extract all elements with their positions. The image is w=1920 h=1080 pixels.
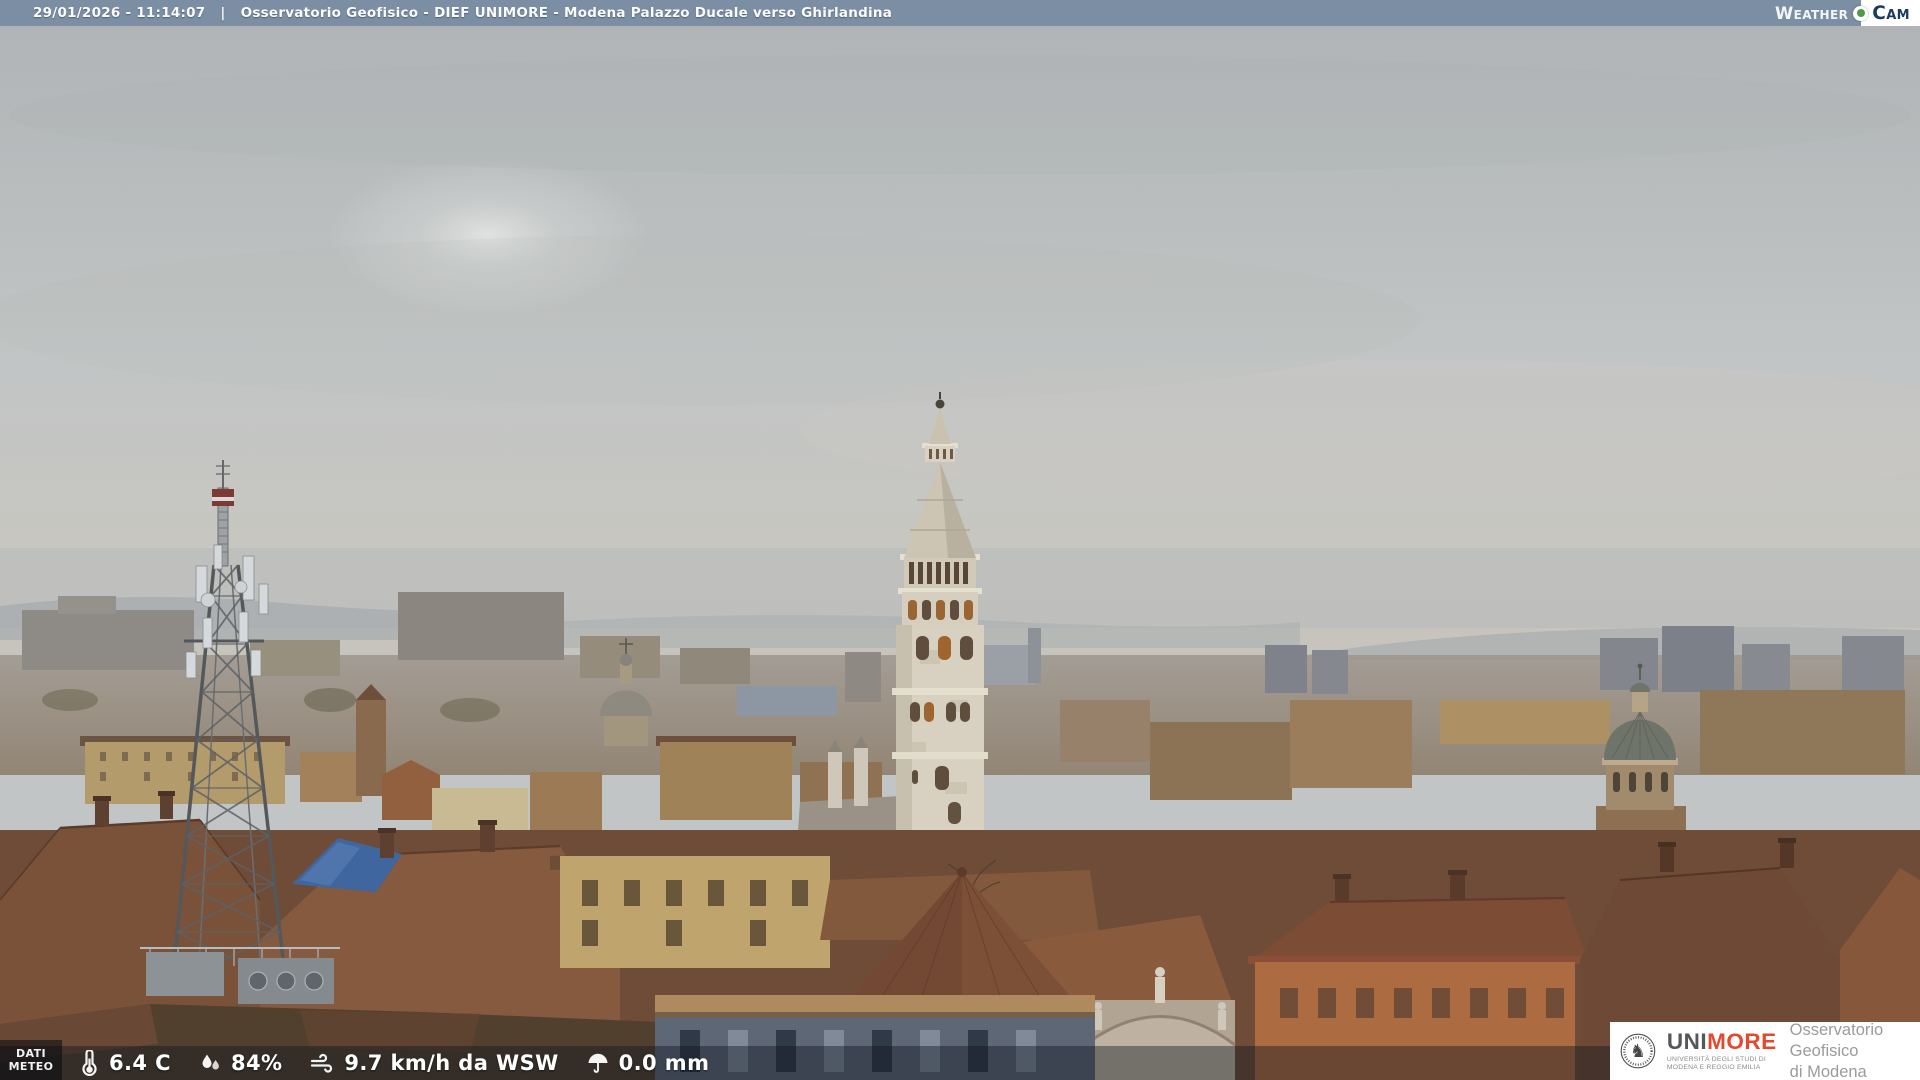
university-line1: UNIVERSITÀ DEGLI STUDI DI xyxy=(1666,1055,1766,1063)
webcam-page: 29/01/2026 - 11:14:07 | Osservatorio Geo… xyxy=(0,0,1920,1080)
unimore-branding[interactable]: ♞ UNIMORE UNIVERSITÀ DEGLI STUDI DI MODE… xyxy=(1610,1020,1920,1080)
separator: | xyxy=(220,5,226,21)
weathercam-logo[interactable]: Weather Cam xyxy=(1775,0,1920,26)
university-seal-icon: ♞ xyxy=(1620,1033,1656,1069)
weathercam-cam-label: Cam xyxy=(1872,2,1910,24)
humidity-icon xyxy=(202,1054,219,1070)
rain-value: 0.0 mm xyxy=(618,1051,710,1075)
university-line2: MODENA E REGGIO EMILIA xyxy=(1666,1064,1761,1071)
title-bar: 29/01/2026 - 11:14:07 | Osservatorio Geo… xyxy=(0,0,1920,26)
unimore-prefix: UNI xyxy=(1666,1028,1708,1054)
wind-reading: 9.7 km/h da WSW xyxy=(309,1051,558,1075)
weathercam-cam-box: Cam xyxy=(1861,0,1920,26)
temperature-value: 6.4 C xyxy=(109,1051,171,1075)
observatory-line1: Osservatorio Geofisico xyxy=(1789,1020,1884,1060)
page-title: Osservatorio Geofisico - DIEF UNIMORE - … xyxy=(240,5,893,21)
humidity-value: 84% xyxy=(230,1051,283,1075)
weathercam-weather-label: Weather xyxy=(1775,3,1849,23)
wind-icon xyxy=(311,1053,333,1073)
rain-reading: 0.0 mm xyxy=(586,1051,710,1075)
timestamp: 29/01/2026 - 11:14:07 xyxy=(33,5,206,21)
observatory-line2: di Modena xyxy=(1789,1062,1867,1080)
svg-text:♞: ♞ xyxy=(1630,1041,1646,1062)
webcam-photo xyxy=(0,0,1920,1080)
unimore-wordmark: UNIMORE UNIVERSITÀ DEGLI STUDI DI MODENA… xyxy=(1667,1030,1777,1073)
webcam-status-icon xyxy=(1853,5,1869,21)
dati-meteo-line1: DATI xyxy=(16,1047,46,1060)
dati-meteo-label: DATI METEO xyxy=(0,1040,62,1080)
observatory-name: Osservatorio Geofisico di Modena xyxy=(1790,1020,1920,1080)
dati-meteo-line2: METEO xyxy=(8,1060,54,1073)
unimore-suffix: MORE xyxy=(1707,1028,1777,1054)
temperature-reading: 6.4 C xyxy=(78,1050,171,1076)
humidity-reading: 84% xyxy=(198,1051,282,1075)
thermometer-icon xyxy=(82,1050,97,1076)
rain-icon xyxy=(588,1053,608,1073)
wind-value: 9.7 km/h da WSW xyxy=(344,1051,559,1075)
